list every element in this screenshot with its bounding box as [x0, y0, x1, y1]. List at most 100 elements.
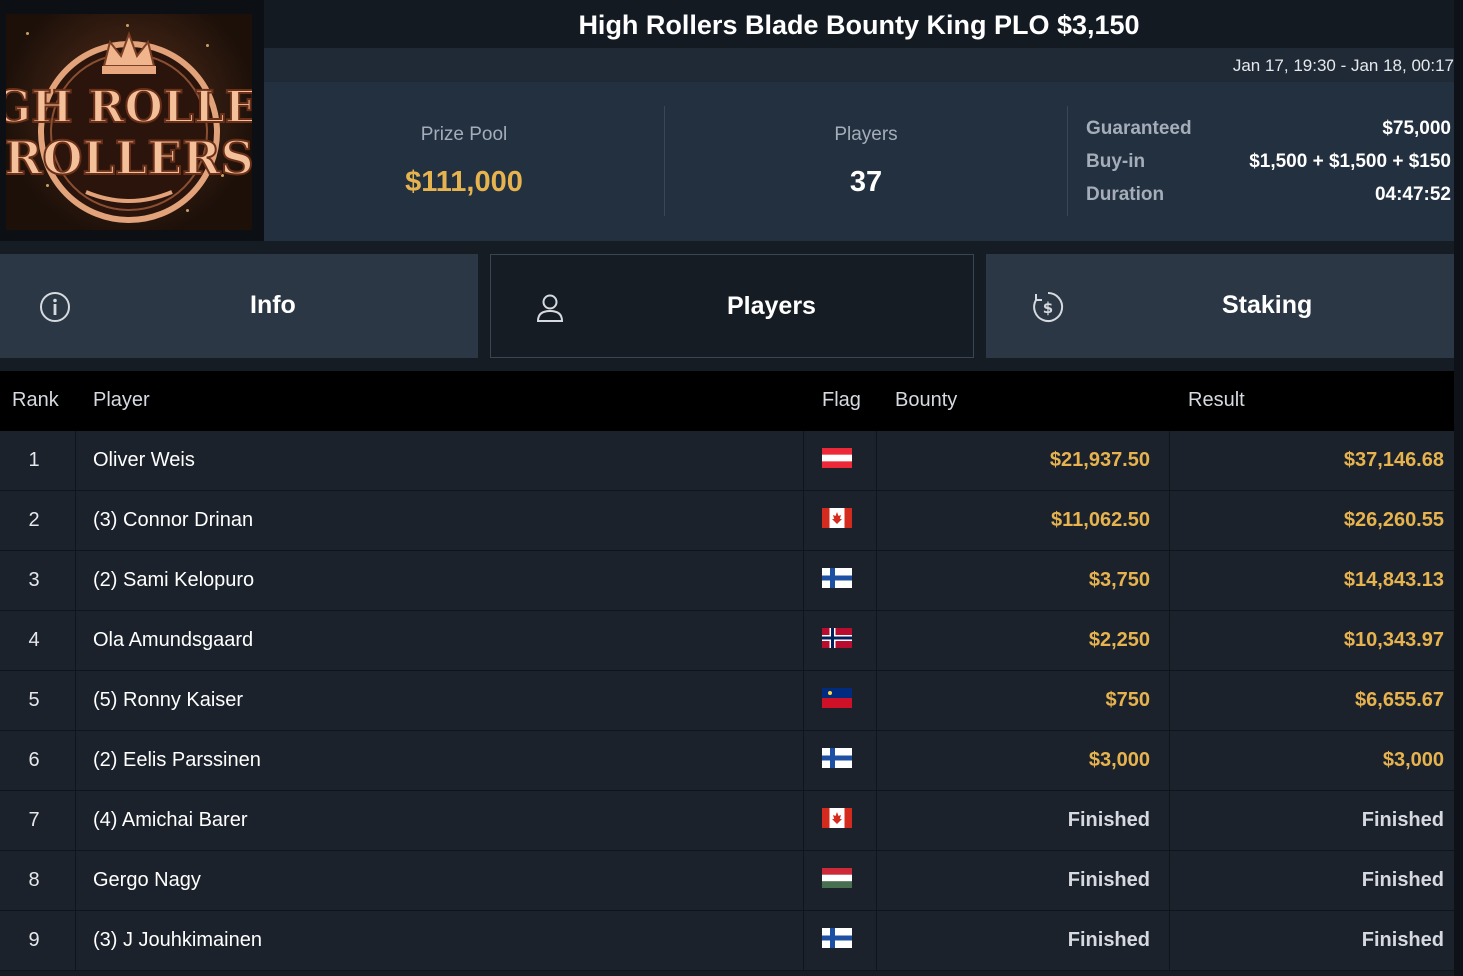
dollar-coin-icon: $: [1033, 291, 1064, 322]
table-row[interactable]: 4 Ola Amundsgaard $2,250 $10,343.97: [0, 611, 1454, 671]
date-bar: Jan 17, 19:30 - Jan 18, 00:17: [264, 48, 1454, 82]
column-separator: [1169, 611, 1170, 670]
result-cell: $6,655.67: [1355, 689, 1444, 711]
canada-flag-icon: [822, 508, 852, 528]
column-separator: [1169, 731, 1170, 790]
user-icon: [536, 294, 564, 322]
tab-info-label: Info: [250, 291, 296, 319]
rank-cell: 5: [28, 689, 40, 711]
rank-cell: 4: [28, 629, 40, 651]
result-cell: $14,843.13: [1343, 569, 1444, 591]
column-separator: [876, 851, 877, 910]
column-separator: [1169, 911, 1170, 970]
player-name[interactable]: Oliver Weis: [93, 431, 195, 490]
stats-panel: Prize Pool $111,000 Players 37 Guarantee…: [264, 82, 1454, 241]
column-separator: [75, 731, 76, 790]
tab-staking-label: Staking: [1222, 291, 1313, 319]
player-name[interactable]: Ola Amundsgaard: [93, 611, 253, 670]
logo-text-high: HIGH ROLLERS: [6, 82, 252, 133]
table-row[interactable]: 2 (3) Connor Drinan $11,062.50 $26,260.55: [0, 491, 1454, 551]
column-separator: [75, 611, 76, 670]
bounty-cell: $750: [1105, 689, 1151, 711]
rank-cell: 1: [28, 449, 40, 471]
table-row[interactable]: 7 (4) Amichai Barer Finished Finished: [0, 791, 1454, 851]
tournament-date: Jan 17, 19:30 - Jan 18, 00:17: [1232, 56, 1454, 75]
bounty-cell: $3,750: [1088, 569, 1150, 591]
tab-players-label: Players: [727, 292, 816, 320]
column-rank[interactable]: Rank: [12, 389, 59, 412]
column-separator: [75, 851, 76, 910]
table-row[interactable]: 5 (5) Ronny Kaiser $750 $6,655.67: [0, 671, 1454, 731]
table-row[interactable]: 9 (3) J Jouhkimainen Finished Finished: [0, 911, 1454, 971]
result-cell: $10,343.97: [1343, 629, 1444, 651]
table-row[interactable]: 3 (2) Sami Kelopuro $3,750 $14,843.13: [0, 551, 1454, 611]
player-name[interactable]: (2) Sami Kelopuro: [93, 551, 254, 610]
rank-cell: 9: [28, 929, 40, 951]
table-row[interactable]: 6 (2) Eelis Parssinen $3,000 $3,000: [0, 731, 1454, 791]
column-separator: [803, 611, 804, 670]
prize-pool-value: $111,000: [405, 166, 523, 198]
column-separator: [803, 851, 804, 910]
liechtenstein-flag-icon: [822, 688, 852, 708]
result-cell: Finished: [1361, 809, 1444, 831]
column-separator: [876, 911, 877, 970]
tab-info[interactable]: Info: [0, 254, 478, 358]
player-name[interactable]: Gergo Nagy: [93, 851, 201, 910]
rank-cell: 3: [28, 569, 40, 591]
bounty-cell: $11,062.50: [1051, 509, 1150, 531]
column-separator: [803, 551, 804, 610]
table-row[interactable]: 8 Gergo Nagy Finished Finished: [0, 851, 1454, 911]
player-name[interactable]: (3) Connor Drinan: [93, 491, 253, 550]
column-separator: [803, 431, 804, 490]
column-separator: [803, 731, 804, 790]
column-separator: [1169, 671, 1170, 730]
bounty-cell: $2,250: [1088, 629, 1150, 651]
result-cell: $3,000: [1382, 749, 1444, 771]
column-player[interactable]: Player: [93, 389, 150, 412]
players-label: Players: [834, 124, 898, 145]
tournament-logo: HIGH ROLLERS ROLLERS: [0, 0, 264, 241]
column-separator: [1169, 791, 1170, 850]
column-bounty[interactable]: Bounty: [895, 389, 957, 412]
column-flag[interactable]: Flag: [822, 389, 861, 412]
column-separator: [75, 911, 76, 970]
column-separator: [876, 551, 877, 610]
buyin-value: $1,500 + $1,500 + $150: [1249, 151, 1451, 172]
column-result[interactable]: Result: [1188, 389, 1245, 412]
column-separator: [75, 431, 76, 490]
column-separator: [75, 791, 76, 850]
column-separator: [75, 671, 76, 730]
column-separator: [1169, 551, 1170, 610]
bounty-cell: Finished: [1067, 929, 1150, 951]
column-separator: [75, 491, 76, 550]
norway-flag-icon: [822, 628, 852, 648]
finland-flag-icon: [822, 928, 852, 948]
tabs-gap: [0, 241, 1454, 254]
player-name[interactable]: (5) Ronny Kaiser: [93, 671, 243, 730]
crown-emblem-icon: HIGH ROLLERS ROLLERS: [6, 31, 252, 223]
player-name[interactable]: (4) Amichai Barer: [93, 791, 248, 850]
tournament-title: High Rollers Blade Bounty King PLO $3,15…: [578, 10, 1140, 40]
player-name[interactable]: (2) Eelis Parssinen: [93, 731, 261, 790]
svg-text:ROLLERS: ROLLERS: [6, 131, 252, 185]
player-name[interactable]: (3) J Jouhkimainen: [93, 911, 262, 970]
canada-flag-icon: [822, 808, 852, 828]
finland-flag-icon: [822, 748, 852, 768]
finland-flag-icon: [822, 568, 852, 588]
hungary-flag-icon: [822, 868, 852, 888]
bounty-cell: $21,937.50: [1049, 449, 1150, 471]
column-separator: [876, 431, 877, 490]
bounty-cell: Finished: [1067, 869, 1150, 891]
column-separator: [803, 911, 804, 970]
tab-staking[interactable]: $ Staking: [986, 254, 1454, 358]
column-separator: [803, 491, 804, 550]
tab-players[interactable]: Players: [490, 254, 974, 358]
column-separator: [876, 671, 877, 730]
column-separator: [1169, 851, 1170, 910]
table-row[interactable]: 1 Oliver Weis $21,937.50 $37,146.68: [0, 431, 1454, 491]
buyin-label: Buy-in: [1086, 151, 1146, 172]
players-value: 37: [849, 166, 883, 198]
rank-cell: 7: [28, 809, 40, 831]
guaranteed-value: $75,000: [1382, 118, 1451, 139]
column-separator: [1169, 491, 1170, 550]
